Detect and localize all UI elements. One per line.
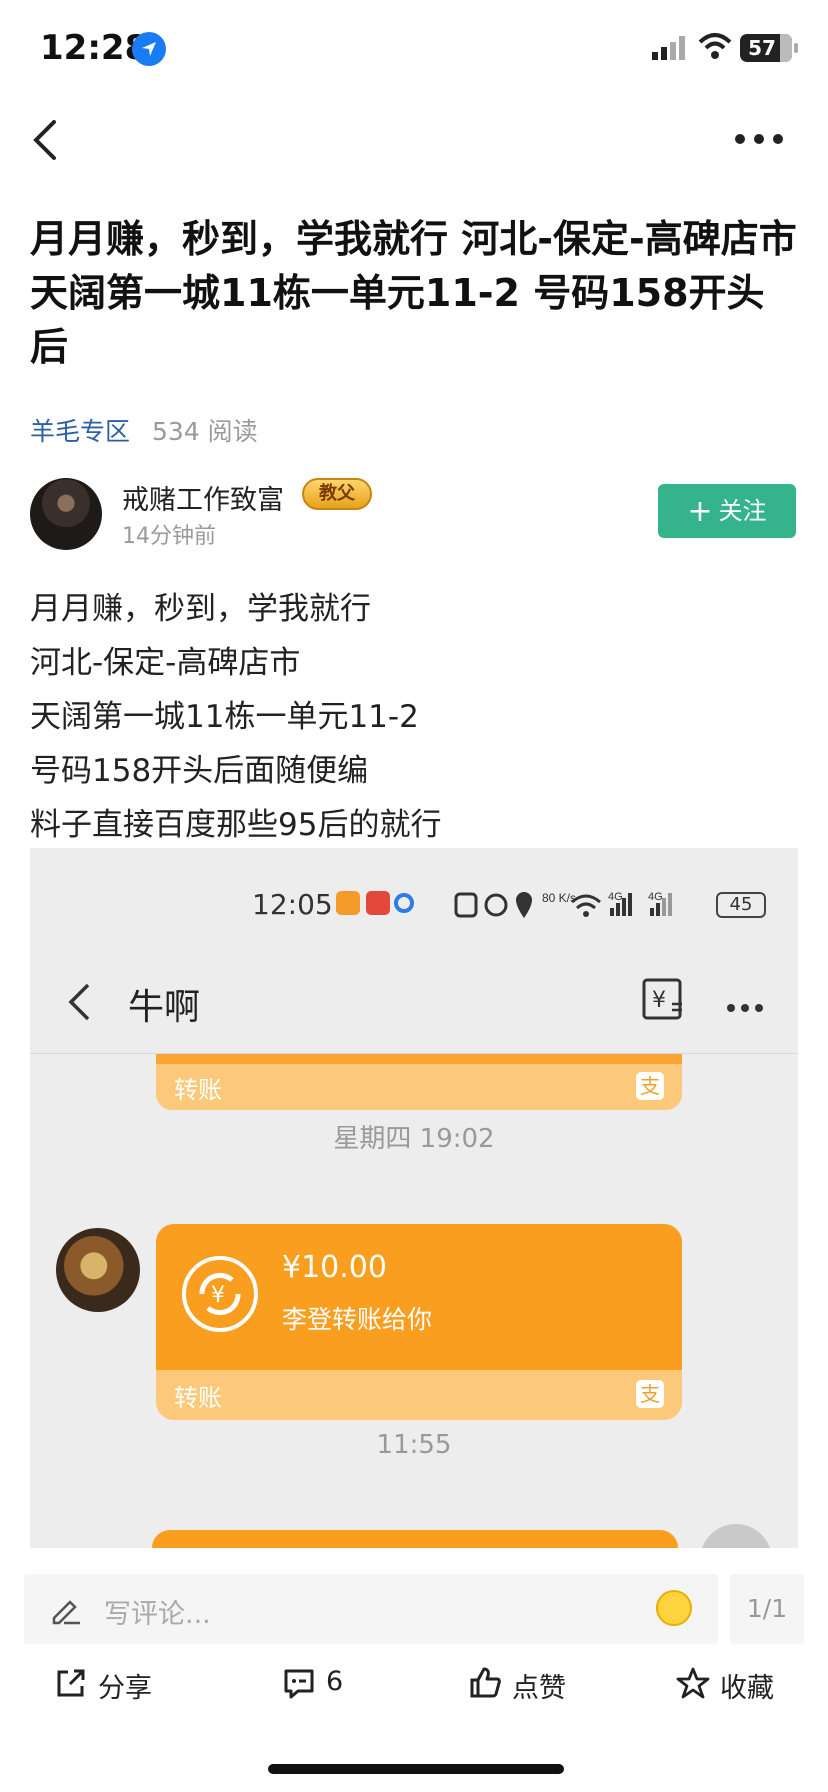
like-icon (470, 1667, 501, 1698)
transfer-label: 转账 (174, 1076, 222, 1104)
svg-text:¥: ¥ (211, 1283, 225, 1308)
comment-icon (284, 1669, 314, 1699)
body-line: 料子直接百度那些95后的就行 (30, 807, 442, 843)
location-arrow-icon (132, 32, 166, 66)
follow-label: 关注 (718, 497, 767, 525)
home-indicator (268, 1764, 564, 1774)
back-icon[interactable] (30, 118, 60, 166)
time-separator: 11:55 (376, 1430, 452, 1460)
category-tag[interactable]: 羊毛专区 (30, 417, 130, 446)
battery-level: 57 (748, 36, 776, 60)
transfer-amount: ¥10.00 (282, 1250, 387, 1285)
emoji-icon[interactable] (656, 1590, 692, 1626)
embedded-transfer-card: 转账 支 (156, 1054, 682, 1110)
comment-input[interactable]: 写评论... (24, 1574, 718, 1644)
embedded-transfer-icon: ¥ (642, 978, 684, 1024)
battery-icon: 57 (740, 34, 798, 62)
post-meta: 羊毛专区 534 阅读 (30, 412, 258, 448)
edit-icon (48, 1592, 82, 1630)
embedded-peer-avatar (56, 1228, 140, 1312)
transfer-label: 转账 (174, 1384, 222, 1412)
svg-text:¥: ¥ (652, 988, 666, 1013)
alipay-icon: 支 (636, 1072, 664, 1100)
author-avatar[interactable] (30, 478, 102, 550)
date-separator: 星期四 19:02 (333, 1124, 495, 1154)
embedded-transfer-card (152, 1530, 678, 1548)
embedded-status-icons: 80 K/s 4G 4G (454, 888, 704, 927)
embedded-chat-header: 牛啊 ¥ (30, 948, 798, 1054)
embedded-network-label: 4G (648, 891, 663, 903)
embedded-status-time: 12:05 (252, 888, 333, 921)
author-name[interactable]: 戒赌工作致富 (122, 478, 284, 517)
post-image[interactable]: 12:05 80 K/s 4G 4G 45 牛啊 ¥ 转账 支 星期四 19:0… (30, 848, 798, 1548)
embedded-chat-title: 牛啊 (128, 987, 201, 1028)
embedded-battery: 45 (716, 892, 766, 918)
embedded-network-label: 4G (608, 891, 623, 903)
more-options-icon[interactable] (734, 130, 784, 149)
comment-count: 6 (326, 1666, 344, 1697)
share-icon (57, 1669, 85, 1697)
star-icon (676, 1667, 710, 1699)
plus-icon: + (687, 494, 713, 529)
post-time: 14分钟前 (122, 524, 216, 549)
body-line: 河北-保定-高碑店市 (30, 645, 301, 681)
post-body: 月月赚，秒到，学我就行 河北-保定-高碑店市 天阔第一城11栋一单元11-2 号… (30, 582, 800, 852)
transfer-description: 李登转账给你 (282, 1305, 433, 1334)
comment-placeholder: 写评论... (104, 1599, 211, 1630)
cellular-signal-icon (652, 36, 686, 64)
share-label: 分享 (98, 1673, 152, 1704)
like-label: 点赞 (512, 1673, 566, 1704)
alipay-icon: 支 (636, 1380, 664, 1408)
embedded-app-icons (336, 890, 416, 920)
body-line: 月月赚，秒到，学我就行 (30, 591, 371, 627)
body-line: 号码158开头后面随便编 (30, 753, 369, 789)
page-indicator: 1/1 (730, 1574, 804, 1644)
embedded-net-speed: 80 K/s (542, 891, 576, 905)
embedded-back-icon (66, 982, 92, 1026)
author-badge: 教父 (302, 478, 372, 510)
embedded-self-avatar (700, 1524, 772, 1548)
status-bar: 12:28 57 (0, 0, 828, 100)
body-line: 天阔第一城11栋一单元11-2 (30, 699, 419, 735)
post-title: 月月赚，秒到，学我就行 河北-保定-高碑店市 天阔第一城11栋一单元11-2 号… (30, 217, 797, 369)
money-transfer-icon: ¥ (180, 1254, 260, 1338)
embedded-more-icon (726, 998, 764, 1017)
favorite-label: 收藏 (720, 1673, 774, 1704)
embedded-transfer-card: ¥ ¥10.00 李登转账给你 转账 支 (156, 1224, 682, 1420)
read-count: 534 阅读 (151, 417, 258, 446)
follow-button[interactable]: + 关注 (658, 484, 796, 538)
wifi-icon (698, 32, 732, 64)
